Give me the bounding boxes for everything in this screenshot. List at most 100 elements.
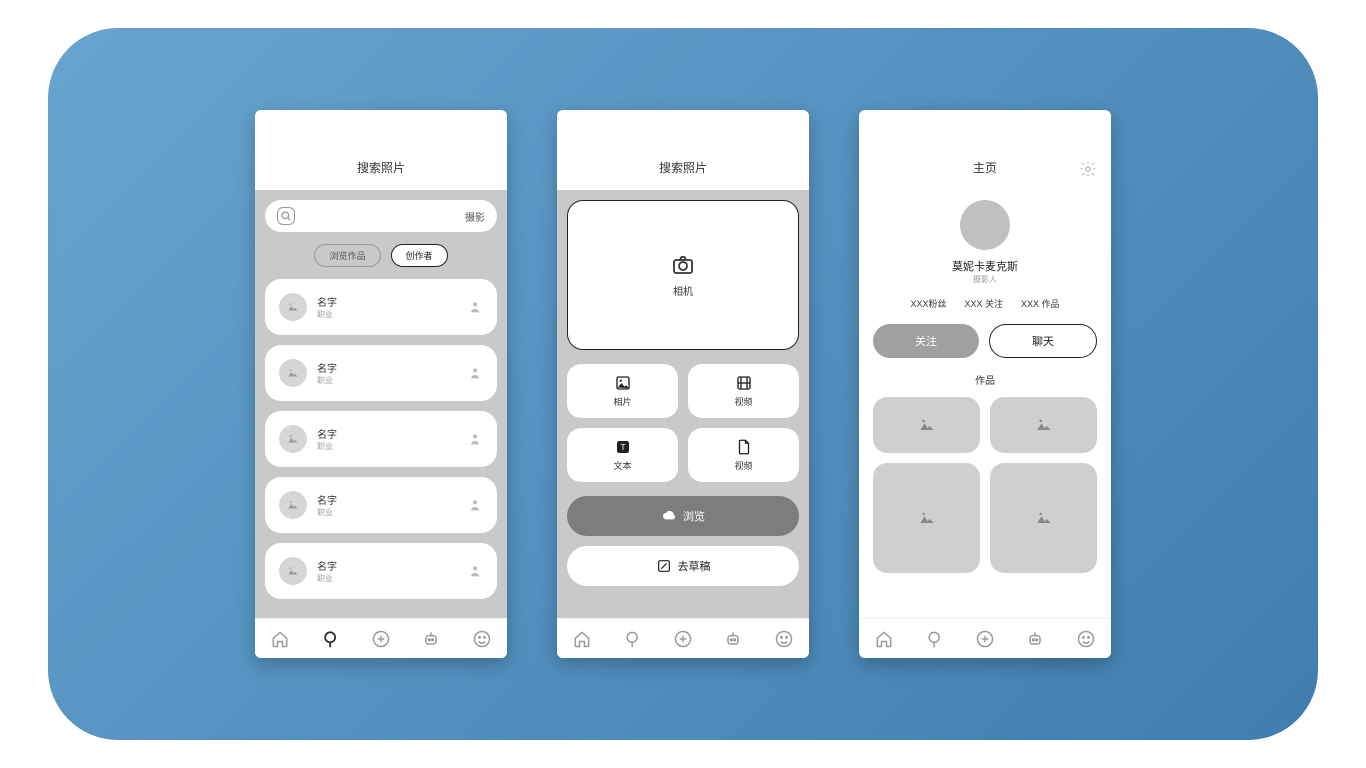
work-thumb[interactable] <box>873 463 980 573</box>
image-icon <box>1034 508 1054 528</box>
video-label: 视频 <box>734 395 752 408</box>
smile-icon[interactable] <box>774 629 794 649</box>
tab-creators[interactable]: 创作者 <box>391 244 448 267</box>
tool-grid: 相片 视频 T 文本 视频 <box>567 364 799 482</box>
person-icon <box>467 299 483 315</box>
image-icon <box>1034 415 1054 435</box>
creator-name: 名字 <box>317 558 457 573</box>
body: 相机 相片 视频 T 文本 <box>557 190 809 618</box>
add-icon[interactable] <box>975 629 995 649</box>
list-item[interactable]: 名字职业 <box>265 279 497 335</box>
profile-header: 莫妮卡麦克斯 摄影人 <box>873 190 1097 297</box>
draft-label: 去草稿 <box>678 558 711 574</box>
cloud-icon <box>661 508 677 524</box>
follow-button[interactable]: 关注 <box>873 324 979 358</box>
list-item[interactable]: 名字职业 <box>265 411 497 467</box>
phone-search-creators: 搜索照片 摄影 浏览作品 创作者 名字职业 <box>255 110 507 658</box>
work-thumb[interactable] <box>990 397 1097 453</box>
draft-button[interactable]: 去草稿 <box>567 546 799 586</box>
film-icon <box>735 374 753 392</box>
avatar[interactable] <box>960 200 1010 250</box>
add-icon[interactable] <box>673 629 693 649</box>
tab-browse-works[interactable]: 浏览作品 <box>314 244 380 267</box>
stat-fans[interactable]: XXX粉丝 <box>910 297 946 310</box>
creator-name: 名字 <box>317 294 457 309</box>
creator-sub: 职业 <box>317 309 457 320</box>
list-item[interactable]: 名字职业 <box>265 543 497 599</box>
creator-name: 名字 <box>317 360 457 375</box>
camera-label: 相机 <box>673 283 693 298</box>
person-icon <box>467 365 483 381</box>
list-item[interactable]: 名字职业 <box>265 477 497 533</box>
video2-label: 视频 <box>734 459 752 472</box>
home-icon[interactable] <box>874 629 894 649</box>
robot-icon[interactable] <box>1025 629 1045 649</box>
robot-icon[interactable] <box>421 629 441 649</box>
avatar-icon <box>279 293 307 321</box>
add-icon[interactable] <box>371 629 391 649</box>
works-section-title: 作品 <box>873 372 1097 387</box>
tab-bar <box>859 618 1111 658</box>
gear-icon[interactable] <box>1079 160 1097 178</box>
photo-button[interactable]: 相片 <box>567 364 678 418</box>
avatar-icon <box>279 425 307 453</box>
camera-button[interactable]: 相机 <box>567 200 799 350</box>
search-input[interactable]: 摄影 <box>265 200 497 232</box>
phone-create: 搜索照片 相机 相片 视频 T <box>557 110 809 658</box>
home-icon[interactable] <box>572 629 592 649</box>
profile-name: 莫妮卡麦克斯 <box>952 258 1018 274</box>
works-row-2 <box>873 463 1097 573</box>
creator-sub: 职业 <box>317 441 457 452</box>
search-icon[interactable] <box>321 629 341 649</box>
avatar-icon <box>279 491 307 519</box>
search-term: 摄影 <box>465 209 485 224</box>
creator-sub: 职业 <box>317 573 457 584</box>
smile-icon[interactable] <box>472 629 492 649</box>
stat-follow[interactable]: XXX 关注 <box>964 297 1003 310</box>
search-icon[interactable] <box>623 629 643 649</box>
photo-label: 相片 <box>613 395 631 408</box>
photo-icon <box>614 374 632 392</box>
home-icon[interactable] <box>270 629 290 649</box>
work-thumb[interactable] <box>990 463 1097 573</box>
creator-name: 名字 <box>317 426 457 441</box>
edit-icon <box>656 558 672 574</box>
search-icon <box>277 207 295 225</box>
image-icon <box>917 415 937 435</box>
browse-button[interactable]: 浏览 <box>567 496 799 536</box>
list-item[interactable]: 名字职业 <box>265 345 497 401</box>
phone-profile: 主页 莫妮卡麦克斯 摄影人 XXX粉丝 XXX 关注 XXX 作品 关注 <box>859 110 1111 658</box>
creator-list: 名字职业 名字职业 名字职业 名字职业 <box>265 279 497 599</box>
video-button[interactable]: 视频 <box>688 364 799 418</box>
profile-stats: XXX粉丝 XXX 关注 XXX 作品 <box>873 297 1097 310</box>
creator-sub: 职业 <box>317 507 457 518</box>
person-icon <box>467 497 483 513</box>
work-thumb[interactable] <box>873 397 980 453</box>
person-icon <box>467 431 483 447</box>
header: 搜索照片 <box>255 110 507 190</box>
page-title: 搜索照片 <box>659 159 707 176</box>
header: 搜索照片 <box>557 110 809 190</box>
segment-control: 浏览作品 创作者 <box>265 244 497 267</box>
search-icon[interactable] <box>925 629 945 649</box>
page-title: 主页 <box>973 159 997 176</box>
camera-icon <box>671 253 695 277</box>
browse-label: 浏览 <box>683 508 705 524</box>
header: 主页 <box>859 110 1111 190</box>
creator-sub: 职业 <box>317 375 457 386</box>
chat-button[interactable]: 聊天 <box>989 324 1097 358</box>
phone-row: 搜索照片 摄影 浏览作品 创作者 名字职业 <box>255 110 1111 658</box>
stat-works[interactable]: XXX 作品 <box>1021 297 1060 310</box>
tab-bar <box>557 618 809 658</box>
stage-background: 搜索照片 摄影 浏览作品 创作者 名字职业 <box>48 28 1318 740</box>
avatar-icon <box>279 359 307 387</box>
smile-icon[interactable] <box>1076 629 1096 649</box>
svg-text:T: T <box>620 443 625 452</box>
text-label: 文本 <box>613 459 631 472</box>
body: 莫妮卡麦克斯 摄影人 XXX粉丝 XXX 关注 XXX 作品 关注 聊天 作品 <box>859 190 1111 618</box>
profile-role: 摄影人 <box>973 274 997 285</box>
text-button[interactable]: T 文本 <box>567 428 678 482</box>
avatar-icon <box>279 557 307 585</box>
video2-button[interactable]: 视频 <box>688 428 799 482</box>
robot-icon[interactable] <box>723 629 743 649</box>
